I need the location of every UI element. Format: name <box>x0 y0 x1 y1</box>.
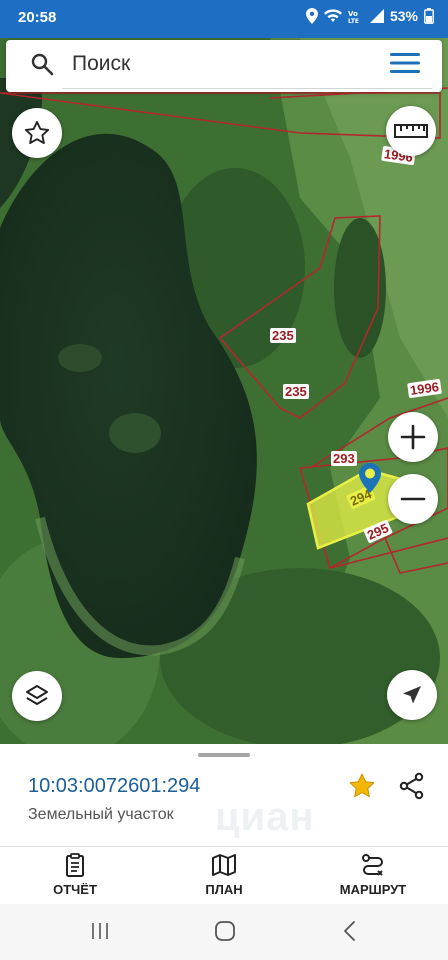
search-icon[interactable] <box>30 52 54 76</box>
back-button[interactable] <box>330 916 370 946</box>
zoom-in-button[interactable] <box>388 412 438 462</box>
route-button[interactable]: МАРШРУТ <box>323 852 423 902</box>
status-bar: 20:58 Vo LTE 53% <box>0 0 448 38</box>
svg-text:Vo: Vo <box>348 10 358 18</box>
recent-apps-icon <box>92 923 108 939</box>
share-icon[interactable] <box>397 771 427 801</box>
plan-button[interactable]: ПЛАН <box>174 852 274 902</box>
panel-divider <box>0 846 448 847</box>
recent-apps-button[interactable] <box>80 916 120 946</box>
battery-icon <box>424 8 434 24</box>
my-location-button[interactable] <box>387 670 437 720</box>
navigation-arrow-icon <box>403 686 421 704</box>
plan-label: ПЛАН <box>205 882 243 897</box>
menu-icon[interactable] <box>388 50 422 76</box>
search-underline <box>62 88 432 89</box>
ruler-icon <box>394 124 428 138</box>
parcel-type: Земельный участок <box>28 806 174 823</box>
home-icon <box>215 921 235 941</box>
watermark: циан <box>215 795 315 839</box>
plus-icon <box>400 424 426 450</box>
star-outline-icon <box>24 120 50 144</box>
favorite-map-button[interactable] <box>12 108 62 158</box>
favorite-star-icon[interactable] <box>347 771 377 801</box>
parcel-label-293: 293 <box>331 451 357 466</box>
layers-button[interactable] <box>12 671 62 721</box>
location-marker-icon <box>359 463 381 493</box>
search-input[interactable]: Поиск <box>72 52 130 76</box>
satellite-imagery <box>0 38 448 744</box>
wifi-icon <box>323 9 342 22</box>
ruler-button[interactable] <box>386 106 436 156</box>
svg-text:LTE: LTE <box>348 18 359 23</box>
status-icons: Vo LTE 53% <box>305 8 434 24</box>
signal-icon <box>369 9 384 23</box>
home-button[interactable] <box>205 916 245 946</box>
cadastral-number: 10:03:0072601:294 <box>28 775 201 797</box>
location-icon <box>305 8 318 24</box>
layers-icon <box>26 685 48 705</box>
back-icon <box>344 921 355 941</box>
status-time: 20:58 <box>18 9 57 26</box>
parcel-label-235-a: 235 <box>270 328 296 343</box>
report-button[interactable]: ОТЧЁТ <box>25 852 125 902</box>
zoom-out-button[interactable] <box>388 474 438 524</box>
volte-icon: VoLTE <box>348 10 359 23</box>
route-label: МАРШРУТ <box>339 882 407 897</box>
map-plan-icon <box>212 854 236 876</box>
battery-percent: 53% <box>389 8 418 24</box>
parcel-label-235-b: 235 <box>283 384 309 399</box>
report-label: ОТЧЁТ <box>53 882 97 897</box>
report-icon <box>66 853 84 877</box>
route-icon <box>362 854 383 876</box>
minus-icon <box>400 497 426 501</box>
drag-handle[interactable] <box>198 753 250 757</box>
map-view[interactable]: 1996 235 235 1996 293 294 295 <box>0 38 448 744</box>
